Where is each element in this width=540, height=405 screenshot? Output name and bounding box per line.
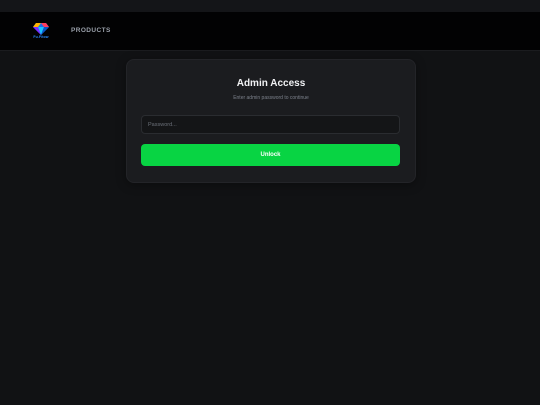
top-strip <box>0 0 540 12</box>
password-input[interactable] <box>141 115 400 134</box>
page-subtitle: Enter admin password to continue <box>233 95 309 101</box>
brand-logo[interactable] <box>30 22 52 44</box>
unlock-button[interactable]: Unlock <box>141 144 400 166</box>
nav-products-link[interactable]: PRODUCTS <box>71 27 111 34</box>
admin-login-card: Admin Access Enter admin password to con… <box>126 59 416 183</box>
gem-icon <box>33 23 49 35</box>
page-title: Admin Access <box>236 78 306 89</box>
navbar: Fu.Fitow PRODUCTS <box>0 12 540 51</box>
brand-logo-text: Fu.Fitow <box>33 35 49 39</box>
